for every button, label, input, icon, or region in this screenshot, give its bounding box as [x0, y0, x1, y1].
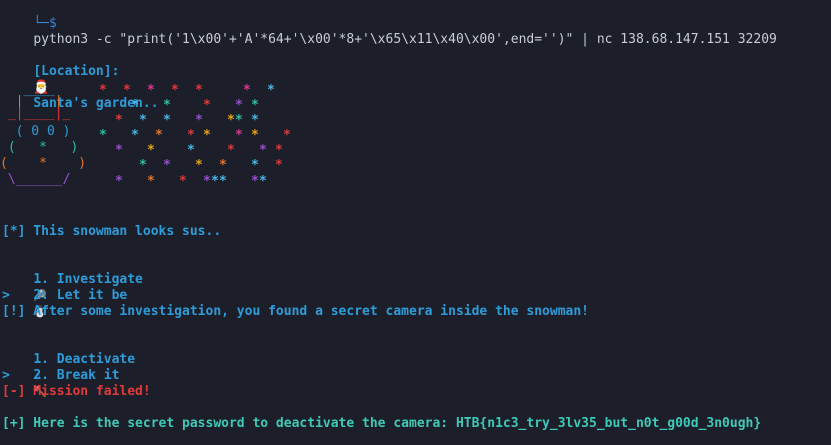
star-icon: *: [187, 128, 195, 143]
star-icon: *: [259, 143, 267, 158]
input-prompt[interactable]: >: [2, 288, 10, 304]
status-line: [*] This snowman looks sus..: [2, 224, 222, 239]
star-icon: *: [131, 128, 139, 143]
star-icon: *: [123, 83, 131, 98]
fail-line: [-] Mission failed!: [2, 384, 151, 399]
star-icon: *: [139, 158, 147, 173]
star-icon: *: [283, 128, 291, 143]
star-icon: *: [163, 98, 171, 113]
menu-option-label: 2. Break it: [33, 368, 136, 383]
star-icon: *: [219, 158, 227, 173]
menu-option-label: 2. Let it be: [33, 288, 143, 303]
star-icon: *: [155, 128, 163, 143]
star-icon: *: [147, 83, 155, 98]
location-label: [Location]:: [33, 64, 120, 79]
snowman-base: \______/: [0, 172, 71, 187]
star-icon: *: [179, 174, 187, 189]
star-icon: *: [203, 98, 211, 113]
star-icon: *: [211, 174, 219, 189]
star-icon: *: [99, 128, 107, 143]
star-icon: *: [115, 143, 123, 158]
star-icon: *: [235, 98, 243, 113]
star-icon: *: [251, 98, 259, 113]
star-icon: *: [195, 83, 203, 98]
star-icon: *: [251, 128, 259, 143]
star-icon: *: [235, 128, 243, 143]
star-icon: *: [251, 113, 259, 128]
snowman-body-upper: ( * ): [0, 140, 79, 155]
star-icon: *: [187, 143, 195, 158]
star-icon: *: [99, 83, 107, 98]
star-icon: *: [115, 113, 123, 128]
location-line: [Location]: 🎅 Santa's garden..: [2, 48, 158, 111]
menu-option-deactivate[interactable]: 1. Deactivate ⚠: [2, 336, 135, 383]
star-icon: *: [275, 158, 283, 173]
star-icon: *: [163, 158, 171, 173]
star-icon: *: [195, 158, 203, 173]
star-icon: *: [243, 83, 251, 98]
menu-option-let-it-be[interactable]: 2. Let it be ⛄: [2, 272, 143, 318]
star-icon: *: [251, 174, 259, 189]
command-line: └─$ python3 -c "print('1\x00'+'A'*64+'\x…: [2, 0, 777, 47]
menu-option-investigate[interactable]: 1. Investigate 🔎: [2, 256, 143, 302]
star-icon: *: [219, 174, 227, 189]
snowman-body-lower: ( * ): [0, 156, 87, 171]
star-icon: *: [267, 83, 275, 98]
star-icon: *: [147, 174, 155, 189]
star-field: * * * * * * * * * * * * * * * * * * * * …: [95, 82, 305, 192]
star-icon: *: [139, 113, 147, 128]
star-icon: *: [163, 113, 171, 128]
star-icon: *: [147, 143, 155, 158]
command-text: python3 -c "print('1\x00'+'A'*64+'\x00'*…: [33, 32, 777, 47]
star-icon: *: [259, 174, 267, 189]
input-prompt[interactable]: >: [2, 368, 10, 384]
star-icon: *: [203, 174, 211, 189]
star-icon: *: [171, 83, 179, 98]
star-icon: *: [251, 158, 259, 173]
terminal-window[interactable]: └─$ python3 -c "print('1\x00'+'A'*64+'\x…: [0, 0, 831, 445]
snowman-hat-brim: _|____|_: [0, 106, 71, 121]
star-icon: *: [115, 174, 123, 189]
menu-option-break-it[interactable]: 2. Break it 🔨: [2, 352, 135, 398]
prompt-branch: └─$: [33, 16, 57, 31]
star-icon: *: [227, 113, 235, 128]
star-icon: *: [131, 98, 139, 113]
password-line: [+] Here is the secret password to deact…: [2, 416, 762, 431]
star-icon: *: [275, 143, 283, 158]
star-icon: *: [203, 128, 211, 143]
star-icon: *: [195, 113, 203, 128]
star-icon: *: [227, 143, 235, 158]
snowman-face: ( 0 0 ): [0, 124, 71, 139]
star-icon: *: [235, 113, 243, 128]
found-line: [!] After some investigation, you found …: [2, 304, 589, 319]
